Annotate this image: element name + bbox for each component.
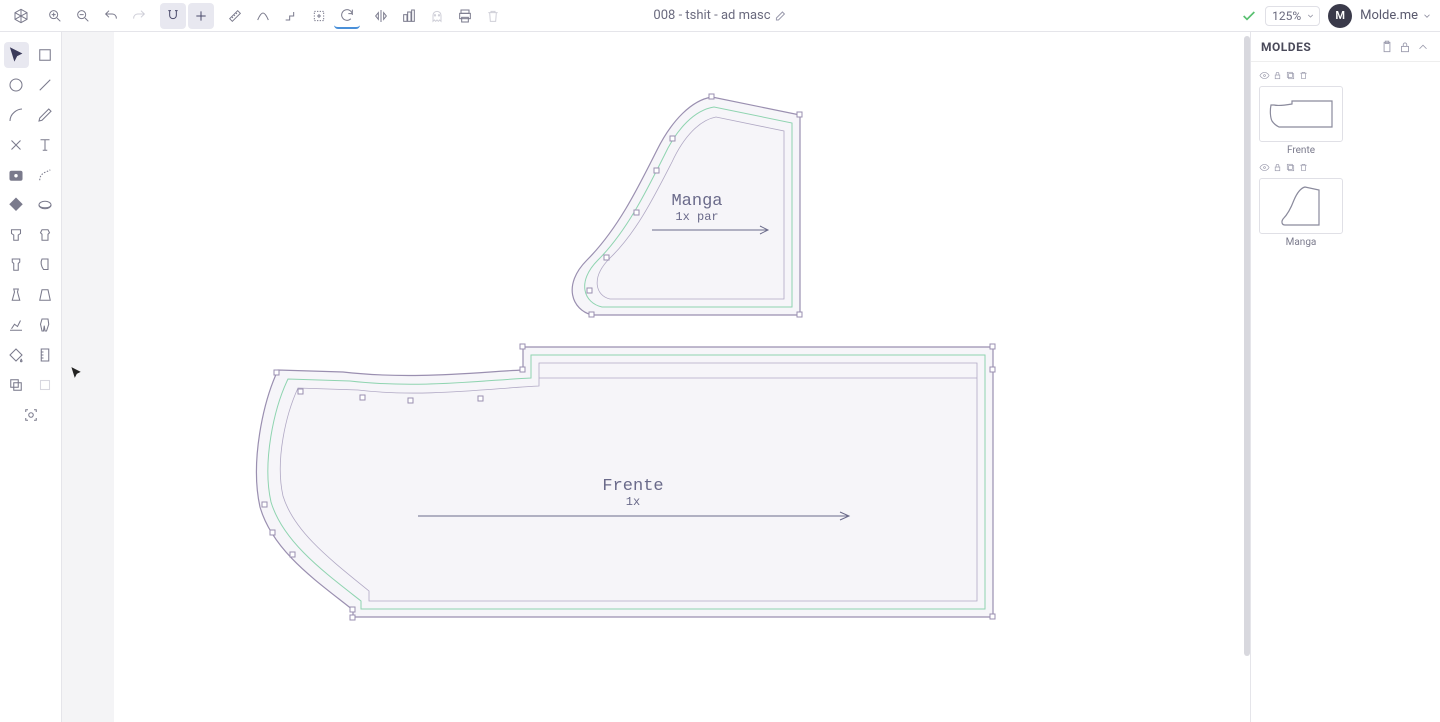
panel-title: MOLDES (1261, 40, 1311, 54)
frente-sub: 1x (626, 495, 640, 509)
eye-icon[interactable] (1259, 162, 1270, 173)
mirror-h-icon[interactable] (368, 3, 394, 29)
avatar[interactable]: M (1328, 4, 1352, 28)
refresh-icon[interactable] (334, 3, 360, 29)
trash-icon[interactable] (480, 3, 506, 29)
pattern-frente[interactable]: Frente 1x (238, 342, 1018, 642)
fill-tool[interactable] (4, 192, 29, 218)
rect-tool[interactable] (33, 42, 58, 68)
paint-bucket-tool[interactable] (4, 342, 29, 368)
manga-sub: 1x par (675, 210, 718, 224)
avatar-initial: M (1335, 9, 1345, 22)
saved-check-icon (1241, 8, 1257, 24)
clipboard-icon[interactable] (1380, 40, 1394, 54)
card-tools (1259, 162, 1343, 176)
block-tool-2[interactable] (33, 222, 58, 248)
document-title-text: 008 - tshit - ad masc (653, 8, 770, 23)
trash-icon[interactable] (1298, 70, 1309, 81)
user-menu[interactable]: Molde.me (1360, 8, 1432, 23)
pants-tool[interactable] (33, 312, 58, 338)
skirt-tool[interactable] (33, 282, 58, 308)
card-label: Frente (1259, 145, 1343, 156)
scan-tool[interactable] (18, 402, 44, 428)
pencil-tool[interactable] (33, 102, 58, 128)
measure-tool[interactable] (33, 342, 58, 368)
edit-title-icon[interactable] (775, 10, 787, 22)
snap-icon[interactable] (160, 3, 186, 29)
cursor-icon (69, 364, 83, 382)
redo-icon[interactable] (126, 3, 152, 29)
chevron-down-icon (1422, 11, 1432, 21)
circle-tool[interactable] (4, 72, 29, 98)
chart-tool[interactable] (4, 312, 29, 338)
eye-icon[interactable] (1259, 70, 1270, 81)
right-panel: MOLDES Frente (1250, 32, 1440, 722)
zoom-out-icon[interactable] (70, 3, 96, 29)
bodice-tool[interactable] (4, 252, 29, 278)
export-tool[interactable] (4, 372, 29, 398)
topbar: 008 - tshit - ad masc 125% M Molde.me (0, 0, 1440, 32)
grade-icon[interactable] (396, 3, 422, 29)
card-frente[interactable]: Frente (1259, 70, 1343, 156)
pattern-manga[interactable]: Manga 1x par (542, 90, 812, 330)
ghost-icon[interactable] (424, 3, 450, 29)
zoom-in-icon[interactable] (42, 3, 68, 29)
thumb-manga (1259, 178, 1343, 234)
path-tool[interactable] (33, 162, 58, 188)
card-label: Manga (1259, 237, 1343, 248)
username-text: Molde.me (1360, 8, 1418, 23)
ruler-icon[interactable] (222, 3, 248, 29)
add-point-icon[interactable] (188, 3, 214, 29)
camera-tool[interactable] (4, 162, 29, 188)
card-manga[interactable]: Manga (1259, 162, 1343, 248)
step-icon[interactable] (278, 3, 304, 29)
select-tool[interactable] (4, 42, 29, 68)
logo-icon[interactable] (8, 3, 34, 29)
panel-header: MOLDES (1251, 32, 1440, 62)
trash-icon[interactable] (1298, 162, 1309, 173)
lock-icon[interactable] (1272, 70, 1283, 81)
frente-title: Frente (602, 477, 663, 496)
left-toolbar (0, 32, 62, 722)
card-tools (1259, 70, 1343, 84)
document-title[interactable]: 008 - tshit - ad masc (653, 8, 786, 23)
thumb-frente (1259, 86, 1343, 142)
close-path-tool[interactable] (4, 132, 29, 158)
pattern-tool[interactable] (33, 192, 58, 218)
block-tool-1[interactable] (4, 222, 29, 248)
lock-icon[interactable] (1272, 162, 1283, 173)
sleeve-tool[interactable] (33, 252, 58, 278)
print-icon[interactable] (452, 3, 478, 29)
zoom-value: 125% (1272, 9, 1301, 23)
zoom-select[interactable]: 125% (1265, 6, 1320, 26)
disabled-tool (33, 372, 58, 398)
text-tool[interactable] (33, 132, 58, 158)
pen-tool[interactable] (4, 102, 29, 128)
canvas[interactable]: Manga 1x par Frente 1x (62, 32, 1250, 722)
cards-container: Frente Manga (1251, 62, 1440, 256)
select-area-icon[interactable] (306, 3, 332, 29)
dress-tool[interactable] (4, 282, 29, 308)
undo-icon[interactable] (98, 3, 124, 29)
manga-title: Manga (671, 192, 722, 211)
chevron-up-icon[interactable] (1416, 40, 1430, 54)
line-tool[interactable] (33, 72, 58, 98)
lock-icon[interactable] (1398, 40, 1412, 54)
copy-icon[interactable] (1285, 70, 1296, 81)
copy-icon[interactable] (1285, 162, 1296, 173)
curve-icon[interactable] (250, 3, 276, 29)
